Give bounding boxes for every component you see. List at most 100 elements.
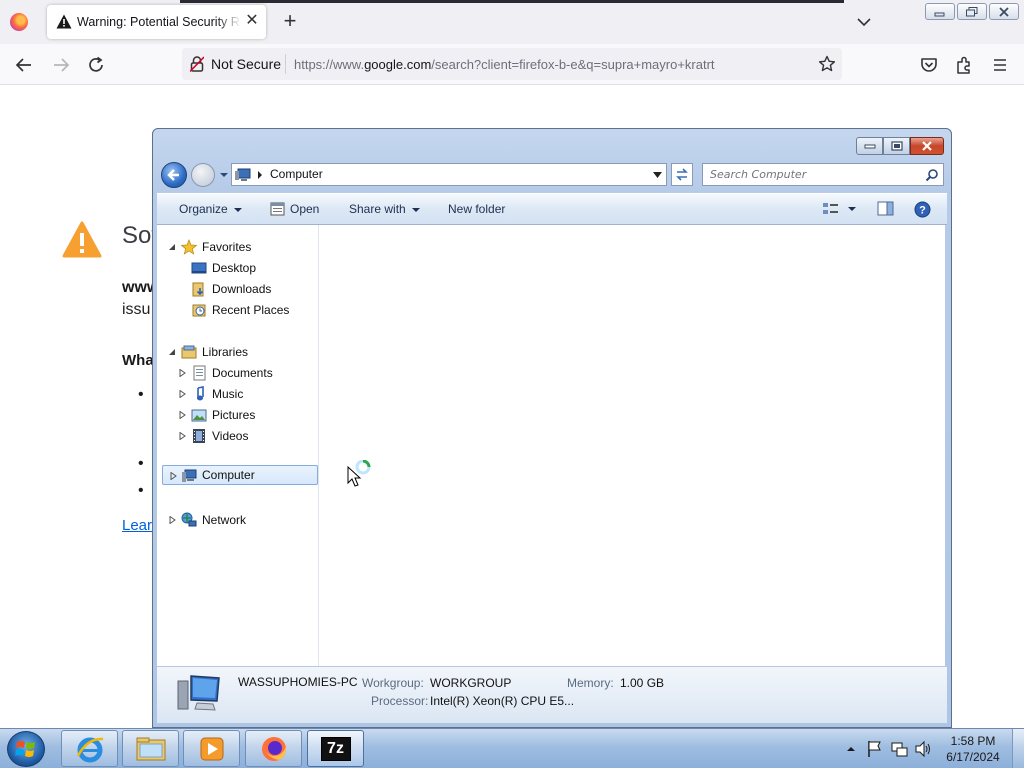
volume-icon[interactable] [914,740,932,758]
tree-libraries[interactable]: Libraries [169,342,309,362]
forward-arrow-icon[interactable] [50,54,72,76]
collapsed-arrow-icon[interactable] [179,411,186,419]
taskbar-firefox[interactable] [245,730,302,767]
collapsed-arrow-icon[interactable] [169,516,176,524]
show-hidden-icons-icon[interactable] [846,737,856,761]
tree-pictures[interactable]: Pictures [179,405,309,425]
new-folder-button[interactable]: New folder [448,202,505,216]
back-arrow-icon[interactable] [13,54,35,76]
breadcrumb-arrow-icon[interactable] [256,170,264,180]
desktop-icon [191,262,207,274]
refresh-button[interactable] [671,163,693,186]
videos-label: Videos [212,429,249,443]
taskbar-internet-explorer[interactable] [61,730,118,767]
network-status-icon[interactable] [890,740,908,758]
close-button[interactable] [910,137,944,155]
tree-computer[interactable]: Computer [162,465,318,485]
collapsed-arrow-icon[interactable] [170,472,177,480]
forward-button[interactable] [191,163,215,187]
bookmark-star-icon[interactable] [818,55,836,73]
search-input[interactable] [703,164,923,185]
reload-icon[interactable] [85,54,107,76]
tree-documents[interactable]: Documents [179,363,309,383]
tree-favorites[interactable]: Favorites [169,237,309,257]
page-bullet: • [138,482,144,499]
tab-close-icon[interactable]: ✕ [243,12,261,30]
clock-date: 6/17/2024 [946,750,1000,764]
favorites-label: Favorites [202,240,252,254]
back-button[interactable] [161,162,187,188]
help-icon[interactable]: ? [914,201,931,218]
change-view-icon[interactable] [822,201,856,217]
tree-recent-places[interactable]: Recent Places [179,300,309,320]
extensions-icon[interactable] [953,54,975,76]
browser-nav-bar: Not Secure https://www.google.com/search… [0,44,1024,85]
firefox-icon [261,736,286,761]
url-text[interactable]: https://www.google.com/search?client=fir… [294,57,715,72]
expanded-arrow-icon[interactable] [169,348,176,356]
address-bar[interactable]: Computer [231,163,667,186]
expanded-arrow-icon[interactable] [169,243,176,251]
recent-pages-chevron-icon[interactable] [219,170,229,180]
breadcrumb-computer[interactable]: Computer [270,167,323,181]
browser-tab-bar: Warning: Potential Security Risk Ahead ✕… [0,0,1024,44]
clock[interactable]: 1:58 PM 6/17/2024 [940,733,1006,765]
pc-name: WASSUPHOMIES-PC [238,675,358,689]
url-bar[interactable]: Not Secure https://www.google.com/search… [182,48,842,80]
share-with-button[interactable]: Share with [349,202,420,216]
computer-large-icon [177,675,220,711]
collapsed-arrow-icon[interactable] [179,390,186,398]
svg-text:?: ? [919,205,926,217]
pictures-label: Pictures [212,408,256,422]
action-center-flag-icon[interactable] [866,740,884,758]
url-separator [285,54,286,74]
insecure-lock-icon[interactable] [190,56,204,72]
search-box[interactable] [702,163,944,186]
libraries-label: Libraries [202,345,249,359]
taskbar-7zip[interactable]: 7z [307,730,364,767]
browser-close-button[interactable] [989,3,1019,20]
browser-restore-button[interactable] [957,3,987,20]
not-secure-label[interactable]: Not Secure [211,56,281,72]
content-pane[interactable] [319,225,945,666]
show-desktop-button[interactable] [1012,729,1024,768]
new-tab-button[interactable]: + [278,10,302,34]
network-label: Network [202,513,247,527]
minimize-icon [864,144,875,149]
open-button[interactable]: Open [290,202,319,216]
maximize-button[interactable] [883,137,910,155]
tree-music[interactable]: Music [179,384,309,404]
tree-videos[interactable]: Videos [179,426,309,446]
pocket-icon[interactable] [918,54,940,76]
warning-icon [56,14,72,29]
list-all-tabs-icon[interactable] [854,12,874,32]
hamburger-menu-icon[interactable] [989,54,1011,76]
chevron-down-icon [411,207,420,212]
taskbar: 7z 1:58 PM 6/17/2024 [0,728,1024,768]
taskbar-windows-explorer[interactable] [122,730,179,767]
taskbar-media-player[interactable] [183,730,240,767]
collapsed-arrow-icon[interactable] [179,432,186,440]
browser-minimize-button[interactable] [925,3,955,20]
tree-downloads[interactable]: Downloads [179,279,309,299]
tab-bar-top-line [180,0,844,3]
address-dropdown-icon[interactable] [653,172,662,178]
preview-pane-icon[interactable] [877,201,894,217]
network-icon [181,512,197,527]
close-icon [922,141,932,151]
learn-more-link[interactable]: Lear [122,517,152,534]
processor-value: Intel(R) Xeon(R) CPU E5... [430,694,575,708]
search-icon[interactable] [925,168,939,182]
folder-icon [136,737,165,760]
tree-desktop[interactable]: Desktop [179,258,309,278]
start-button[interactable] [7,731,45,767]
details-pane: WASSUPHOMIES-PC Workgroup: WORKGROUP Mem… [157,666,947,723]
collapsed-arrow-icon[interactable] [179,369,186,377]
tab-security-warning[interactable]: Warning: Potential Security Risk Ahead ✕ [47,5,266,39]
firefox-icon[interactable] [10,13,28,31]
downloads-folder-icon [192,282,204,297]
tree-network[interactable]: Network [169,510,309,530]
organize-button[interactable]: Organize [179,202,242,216]
recent-places-icon [192,304,206,317]
minimize-button[interactable] [856,137,883,155]
